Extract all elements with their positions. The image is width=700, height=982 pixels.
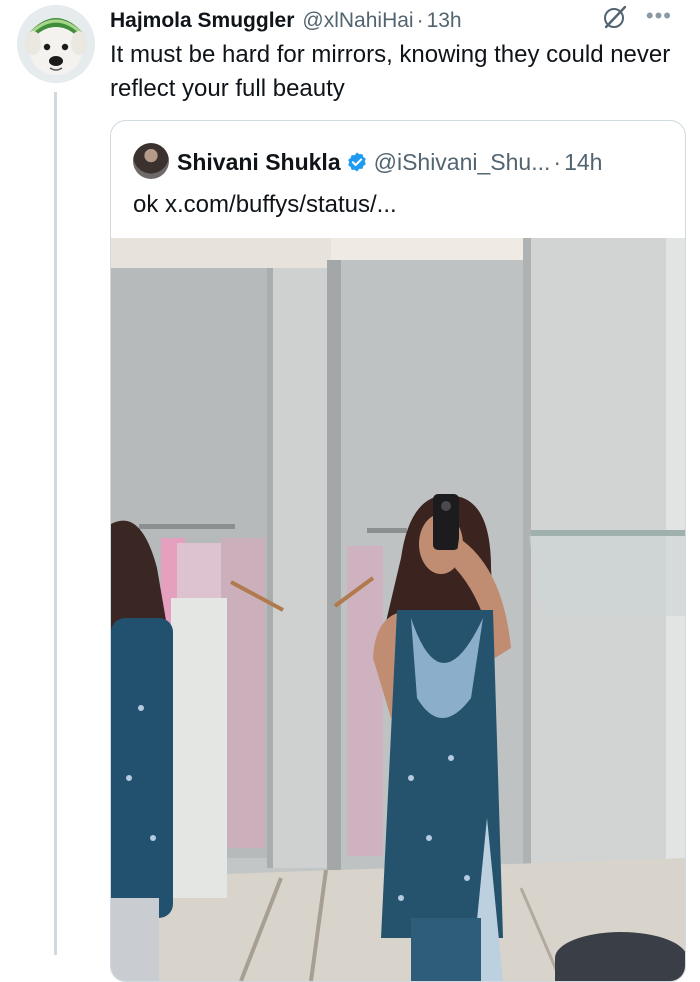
more-horizontal-icon[interactable]: ••• xyxy=(646,4,672,27)
header-separator: · xyxy=(416,9,424,32)
thread-line xyxy=(54,92,57,955)
quoted-tweet-header: Shivani Shukla @iShivani_Shu... · 14h xyxy=(177,147,602,177)
quoted-tweet-text: ok x.com/buffys/status/... xyxy=(133,191,397,218)
author-display-name[interactable]: Hajmola Smuggler xyxy=(110,9,294,33)
author-handle[interactable]: @xlNahiHai xyxy=(302,9,413,33)
quoted-author-avatar[interactable] xyxy=(133,143,169,179)
grok-icon[interactable] xyxy=(602,4,628,35)
header-actions: ••• xyxy=(602,4,672,35)
author-avatar[interactable] xyxy=(17,5,95,83)
quoted-header-separator: · xyxy=(553,148,562,175)
quoted-author-display-name[interactable]: Shivani Shukla xyxy=(177,149,341,176)
quoted-tweet[interactable]: Shivani Shukla @iShivani_Shu... · 14h ok… xyxy=(110,120,686,982)
mirror-selfie-photo[interactable] xyxy=(111,238,685,981)
tweet-text: It must be hard for mirrors, knowing the… xyxy=(110,41,671,102)
tweet-timestamp[interactable]: 13h xyxy=(427,9,462,33)
quoted-tweet-timestamp[interactable]: 14h xyxy=(564,149,602,176)
quoted-author-handle[interactable]: @iShivani_Shu... xyxy=(374,149,551,176)
tweet[interactable]: Hajmola Smuggler @xlNahiHai · 13h ••• It… xyxy=(0,0,700,982)
verified-badge-icon xyxy=(347,152,366,172)
